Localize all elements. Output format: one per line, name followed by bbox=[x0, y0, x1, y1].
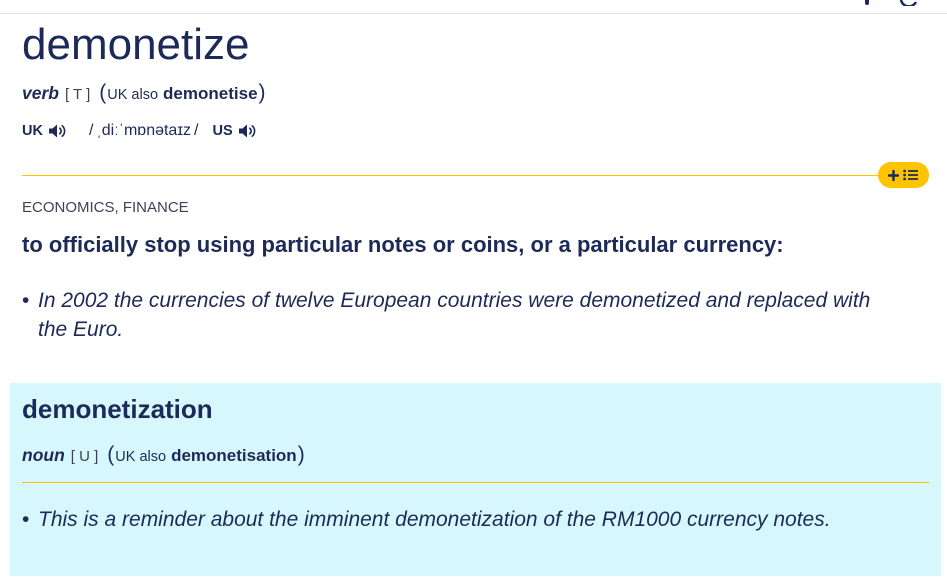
grammar-code: [ T ] bbox=[64, 86, 91, 103]
uk-audio-button[interactable] bbox=[48, 123, 68, 139]
ipa-slash-close: / bbox=[194, 122, 199, 139]
example-sentence: In 2002 the currencies of twelve Europea… bbox=[38, 289, 871, 341]
sense-divider bbox=[22, 175, 880, 176]
part-of-speech-line: verb [ T ] ( UK also demonetise ) bbox=[22, 82, 266, 103]
part-of-speech: noun bbox=[22, 445, 65, 465]
definition: to officially stop using particular note… bbox=[22, 232, 784, 257]
us-audio-button[interactable] bbox=[238, 123, 258, 139]
add-to-word-list-button[interactable] bbox=[878, 162, 929, 188]
header-divider bbox=[0, 13, 947, 14]
part-of-speech: verb bbox=[22, 83, 59, 103]
variant-open-paren: ( bbox=[99, 81, 107, 104]
variant-spelling: demonetisation bbox=[171, 446, 297, 465]
pronunciation-line: UK / ˌdiːˈmɒnətaɪz / US bbox=[22, 121, 258, 141]
variant-region: UK also bbox=[115, 449, 167, 465]
plus-icon bbox=[888, 169, 899, 181]
derived-headword: demonetization bbox=[22, 394, 213, 424]
grammar-code: [ U ] bbox=[70, 448, 99, 465]
cropped-icon bbox=[865, 0, 869, 5]
example-bullet: • bbox=[22, 289, 30, 312]
ipa-transcription: / ˌdiːˈmɒnətaɪz / bbox=[86, 123, 202, 139]
variant-spelling: demonetise bbox=[163, 84, 258, 103]
cropped-icon bbox=[899, 0, 918, 6]
variant-close-paren: ) bbox=[258, 81, 266, 104]
subject-domain-labels: ECONOMICS, FINANCE bbox=[22, 199, 189, 216]
dictionary-entry-page: demonetize verb [ T ] ( UK also demoneti… bbox=[0, 0, 947, 582]
speaker-icon bbox=[48, 124, 66, 138]
derived-word-block: demonetization noun [ U ] ( UK also demo… bbox=[10, 383, 941, 576]
variant-region: UK also bbox=[107, 87, 159, 103]
uk-label: UK bbox=[22, 122, 43, 139]
speaker-icon bbox=[238, 124, 256, 138]
variant-open-paren: ( bbox=[107, 443, 115, 466]
example-sentence: This is a reminder about the imminent de… bbox=[38, 508, 831, 531]
us-label: US bbox=[212, 122, 233, 139]
ipa-slash-open: / bbox=[88, 122, 94, 139]
headword: demonetize bbox=[22, 20, 250, 69]
derived-divider bbox=[22, 482, 929, 483]
derived-part-of-speech-line: noun [ U ] ( UK also demonetisation ) bbox=[22, 444, 305, 465]
list-icon bbox=[903, 169, 918, 181]
example-bullet: • bbox=[22, 508, 30, 531]
ipa-text: ˌdiːˈmɒnətaɪz bbox=[96, 122, 192, 139]
variant-close-paren: ) bbox=[297, 443, 305, 466]
